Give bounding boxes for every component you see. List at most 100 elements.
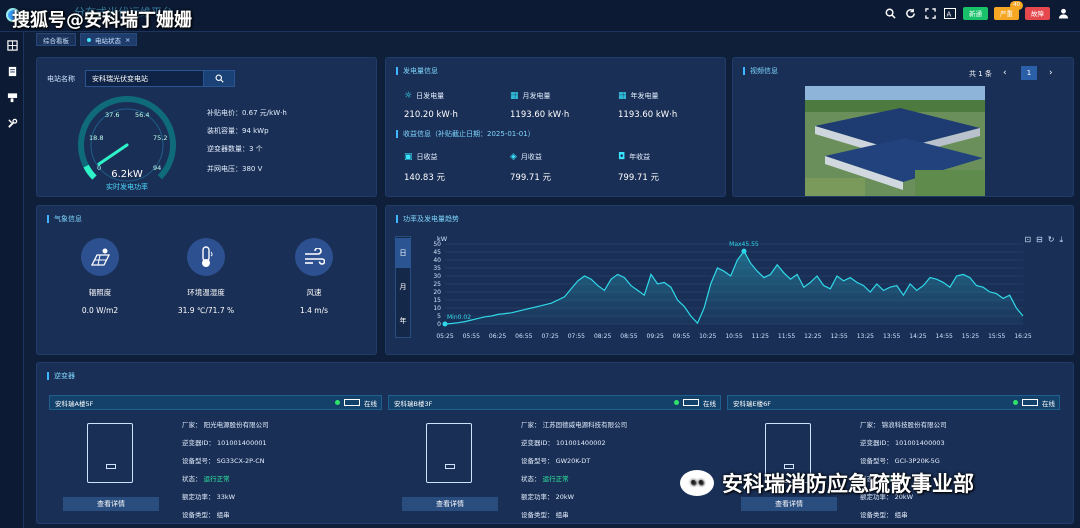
station-name-input[interactable] (85, 70, 205, 87)
video-thumbnail[interactable] (805, 86, 985, 196)
new-alarm-button[interactable]: 新通 (963, 6, 988, 20)
inverter-name: 安科瑞B楼3F (394, 399, 433, 408)
state-value: 运行正常 (542, 475, 569, 483)
video-prev-button[interactable]: ‹ (1003, 68, 1007, 78)
series-area (445, 251, 1023, 324)
serious-alarm-count: 40 (1010, 0, 1023, 10)
search-icon[interactable] (883, 6, 897, 20)
gauge-tick-1: 18.8 (89, 134, 103, 142)
inverter-name: 安科瑞E楼6F (733, 399, 771, 408)
x-tick-label: 07:55 (568, 333, 585, 340)
x-tick-label: 11:55 (778, 333, 795, 340)
inverter-id: 逆变器ID： 101001400003 (860, 439, 945, 447)
inverter-power: 额定功率： 33kW (182, 493, 236, 501)
inverter-name: 安科瑞A楼5F (55, 399, 94, 408)
x-tick-label: 15:25 (962, 333, 979, 340)
video-page-button[interactable]: 1 (1021, 66, 1037, 80)
power-gauge: 18.8 37.6 56.4 75.2 0 94 6.2kW 实时发电功率 (78, 96, 176, 194)
monthly-gen-text: 月发电量 (522, 92, 551, 100)
online-label: 在线 (1042, 399, 1055, 408)
video-panel: 视频信息 共 1 条 ‹ 1 › (732, 57, 1074, 197)
inverter-image (426, 423, 472, 483)
x-tick-label: 14:55 (936, 333, 953, 340)
trend-title: 功率及发电量趋势 (396, 215, 459, 223)
wind-speed-value: 1.4 m/s (299, 306, 329, 315)
fullscreen-icon[interactable] (923, 6, 937, 20)
inverter-state: 状态： 运行正常 (521, 473, 569, 483)
inverter-id: 逆变器ID： 101001400001 (182, 439, 267, 447)
x-tick-label: 14:25 (909, 333, 926, 340)
money-bag-icon: ◈ (510, 152, 517, 162)
x-tick-label: 11:25 (752, 333, 769, 340)
daily-income-value: 140.83 元 (404, 173, 445, 183)
yearly-income-text: 年收益 (629, 153, 651, 161)
view-details-button[interactable]: 查看详情 (402, 497, 498, 511)
trend-tab-month[interactable]: 月 (395, 272, 411, 302)
video-next-button[interactable]: › (1049, 68, 1053, 78)
sidebar-item-dashboard[interactable] (0, 32, 24, 58)
trend-tab-day[interactable]: 日 (395, 238, 411, 268)
x-tick-label: 09:55 (673, 333, 690, 340)
view-details-button[interactable]: 查看详情 (63, 497, 159, 511)
video-title: 视频信息 (743, 67, 778, 75)
sidebar-item-device[interactable] (0, 84, 24, 110)
inverter-panel: 逆变器 安科瑞A楼5F 在线 查看详情 厂家： 阳光电源股份有限公司 逆变器ID… (36, 362, 1074, 524)
svg-text:A: A (947, 10, 952, 18)
refresh-icon[interactable] (903, 6, 917, 20)
state-label: 状态： (182, 475, 202, 483)
irradiance-value: 0.0 W/m2 (81, 306, 119, 315)
y-tick-label: 0 (437, 321, 441, 328)
trend-tab-year[interactable]: 年 (395, 306, 411, 336)
sidebar-item-report[interactable] (0, 58, 24, 84)
fault-alarm-button[interactable]: 故障 (1025, 6, 1050, 20)
x-tick-label: 10:25 (699, 333, 716, 340)
y-tick-label: 45 (433, 249, 441, 256)
online-dot (335, 400, 340, 405)
online-label: 在线 (703, 399, 716, 408)
x-tick-label: 05:55 (463, 333, 480, 340)
inverter-card-header: 安科瑞A楼5F (49, 395, 382, 410)
sidebar-item-tools[interactable] (0, 110, 24, 136)
download-icon[interactable]: ⤓ (1059, 235, 1063, 245)
monthly-gen-label: ▦ 月发电量 (510, 91, 551, 101)
tab-close-icon[interactable]: × (125, 36, 130, 44)
user-icon[interactable] (1056, 6, 1070, 20)
inverter-id: 逆变器ID： 101001400002 (521, 439, 606, 447)
weather-panel: 气象信息 辐照度 0.0 W/m2 环境温湿度 31.9 ℃/71.7 % 风速… (36, 205, 377, 355)
inverter-status: 在线 (1013, 395, 1055, 410)
view-details-button[interactable]: 查看详情 (741, 497, 837, 511)
calendar-icon: ▦ (510, 91, 519, 101)
inverter-power: 额定功率： 20kW (521, 493, 575, 501)
temp-humidity-value: 31.9 ℃/71.7 % (177, 306, 235, 315)
tab-overview[interactable]: 综合看板 (36, 33, 76, 46)
daily-income-label: ▣ 日收益 (404, 152, 438, 162)
station-search-button[interactable] (203, 70, 235, 87)
inverter-count: 逆变器数量：3 个 (207, 145, 263, 153)
max-point (741, 248, 747, 254)
inverter-type: 设备类型： 组串 (860, 511, 908, 519)
thermometer-icon (187, 238, 225, 276)
wechat-icon: •• (680, 470, 714, 496)
video-total: 共 1 条 (969, 70, 992, 78)
monthly-income-text: 月收益 (520, 153, 542, 161)
active-dot (87, 37, 91, 42)
sidebar (0, 32, 24, 528)
tab-station-status[interactable]: 电站状态 × (80, 33, 138, 46)
generation-panel: 发电量信息 ☼ 日发电量 ▦ 月发电量 ▦ 年发电量 210.20 kW·h 1193… (385, 57, 726, 197)
font-size-icon[interactable]: A (943, 6, 957, 20)
yearly-gen-text: 年发电量 (630, 92, 659, 100)
inverter-maker: 厂家： 锦浪科技股份有限公司 (860, 421, 947, 429)
inverter-card-header: 安科瑞E楼6F (727, 395, 1060, 410)
yearly-gen-value: 1193.60 kW·h (618, 110, 678, 120)
x-tick-label: 13:55 (883, 333, 900, 340)
serious-alarm-button[interactable]: 严重 40 (994, 0, 1023, 20)
x-tick-label: 08:25 (594, 333, 611, 340)
x-tick-label: 16:25 (1014, 333, 1031, 340)
y-tick-label: 25 (433, 281, 441, 288)
tab-station-status-label: 电站状态 (95, 36, 121, 45)
inverter-model: 设备型号： GW20K-DT (521, 457, 591, 465)
inverter-state: 状态： 运行正常 (182, 473, 230, 483)
zoom-reset-icon[interactable]: ⊟ (1036, 235, 1043, 245)
y-tick-label: 15 (433, 297, 441, 304)
restore-icon[interactable]: ↻ (1048, 235, 1055, 245)
